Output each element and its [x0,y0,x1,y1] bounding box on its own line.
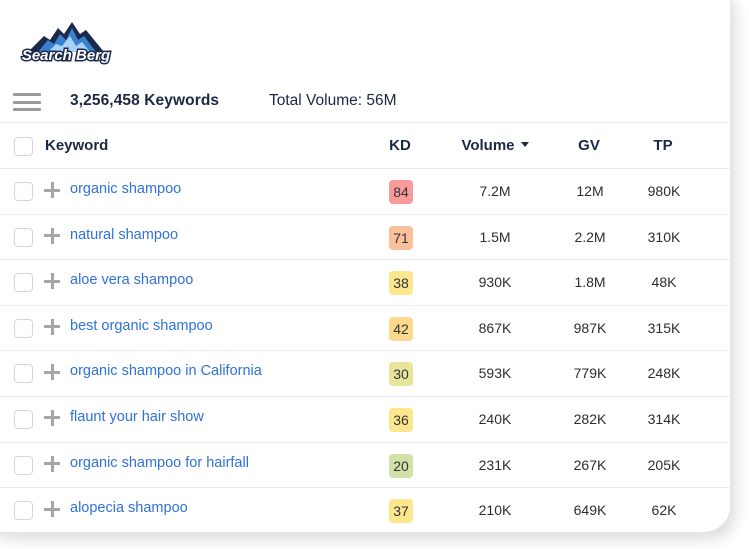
logo-text: Search Berg [22,47,110,64]
volume-cell: 1.5M [479,228,511,245]
volume-cell: 593K [478,365,512,382]
gv-cell: 267K [573,456,607,473]
kd-badge: 30 [389,362,413,387]
header-volume-label: Volume [461,137,515,154]
keyword-link[interactable]: organic shampoo for hairfall [70,455,249,471]
row-checkbox[interactable] [14,501,33,521]
row-checkbox[interactable] [14,455,33,475]
table-row: organic shampoo in California 30 593K 77… [0,350,730,396]
kd-badge: 37 [389,499,413,524]
search-berg-logo: Search Berg [20,22,112,66]
caret-down-icon[interactable] [520,141,529,147]
keyword-link[interactable]: organic shampoo [70,181,181,197]
gv-cell: 282K [573,410,607,427]
tp-cell: 62K [651,502,677,519]
plus-icon[interactable] [43,227,61,245]
plus-icon[interactable] [43,500,61,518]
keyword-link[interactable]: natural shampoo [70,227,178,243]
row-checkbox[interactable] [14,364,33,384]
plus-icon[interactable] [43,409,61,427]
table-row: flaunt your hair show 36 240K 282K 314K [0,395,730,442]
gv-cell: 1.8M [574,274,606,291]
tp-cell: 48K [651,274,677,291]
volume-cell: 930K [478,274,512,291]
row-checkbox[interactable] [14,182,33,201]
volume-cell: 240K [478,410,512,427]
volume-cell: 210K [478,502,512,519]
volume-cell: 231K [478,456,512,473]
table-row: organic shampoo 84 7.2M 12M 980K [0,168,730,214]
total-volume: Total Volume: 56M [269,92,397,109]
plus-icon[interactable] [43,363,61,381]
kd-badge: 36 [389,407,413,432]
row-checkbox[interactable] [14,409,33,429]
header-tp[interactable]: TP [643,137,683,154]
tp-cell: 205K [647,456,681,473]
kd-badge: 38 [389,271,413,296]
gv-cell: 649K [573,502,607,519]
table-row: aloe vera shampoo 38 930K 1.8M 48K [0,259,730,305]
table-row: best organic shampoo 42 867K 987K 315K [0,304,730,351]
keyword-link[interactable]: best organic shampoo [70,318,213,334]
volume-cell: 7.2M [479,183,511,199]
gv-cell: 2.2M [574,228,606,245]
kd-badge: 71 [389,225,413,250]
table-row: alopecia shampoo 37 210K 649K 62K [0,487,730,533]
keyword-link[interactable]: organic shampoo in California [70,363,262,379]
kd-badge: 20 [389,453,413,478]
results-toolbar: 3,256,458 Keywords Total Volume: 56M [0,85,730,123]
keyword-link[interactable]: flaunt your hair show [70,409,204,425]
row-checkbox[interactable] [14,273,33,293]
keyword-link[interactable]: alopecia shampoo [70,500,188,516]
hamburger-menu-icon[interactable] [13,93,41,111]
plus-icon[interactable] [43,318,61,336]
keyword-count: 3,256,458 Keywords [70,92,220,109]
keyword-link[interactable]: aloe vera shampoo [70,272,193,288]
header-gv[interactable]: GV [569,137,609,154]
table-header: Keyword KD Volume GV TP [0,123,730,168]
table-row: natural shampoo 71 1.5M 2.2M 310K [0,213,730,260]
volume-cell: 867K [478,319,512,336]
gv-cell: 779K [573,365,607,382]
kd-badge: 42 [389,316,413,341]
row-checkbox[interactable] [14,227,33,247]
select-all-checkbox[interactable] [14,137,33,156]
table-row: organic shampoo for hairfall 20 231K 267… [0,441,730,488]
gv-cell: 987K [573,319,607,336]
plus-icon[interactable] [43,181,61,199]
plus-icon[interactable] [43,272,61,290]
kd-badge: 84 [389,180,413,204]
tp-cell: 315K [647,319,681,336]
keyword-table: Keyword KD Volume GV TP organic shampoo … [0,123,730,533]
tp-cell: 248K [647,365,681,382]
plus-icon[interactable] [43,455,61,473]
header-keyword[interactable]: Keyword [45,137,108,154]
row-checkbox[interactable] [14,318,33,338]
table-body: organic shampoo 84 7.2M 12M 980K natural… [0,168,730,533]
gv-cell: 12M [576,183,604,199]
tp-cell: 980K [647,183,681,199]
tp-cell: 310K [647,228,681,245]
header-kd[interactable]: KD [380,137,420,154]
tp-cell: 314K [647,410,681,427]
header-volume[interactable]: Volume [450,137,540,154]
